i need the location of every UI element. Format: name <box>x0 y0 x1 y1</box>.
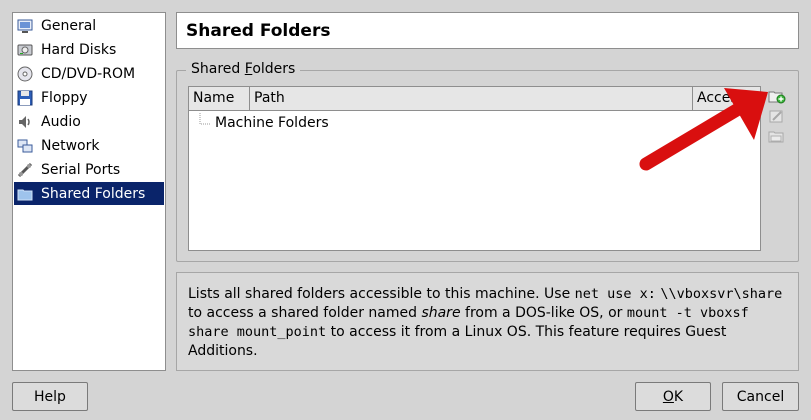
serial-port-icon <box>17 162 33 178</box>
sidebar-item-cd-dvd-rom[interactable]: CD/DVD-ROM <box>14 62 164 85</box>
sidebar-item-label: Serial Ports <box>41 161 121 178</box>
sidebar-item-audio[interactable]: Audio <box>14 110 164 133</box>
desc-code: net use x: <box>574 286 656 302</box>
tree-item-machine-folders[interactable]: Machine Folders <box>195 113 329 133</box>
settings-sidebar: General Hard Disks CD/DVD-ROM Floppy Aud… <box>12 12 166 371</box>
help-button[interactable]: Help <box>12 382 88 411</box>
cd-dvd-icon <box>17 66 33 82</box>
ok-label: K <box>673 388 684 405</box>
desc-emphasis: share <box>421 305 461 321</box>
audio-icon <box>17 114 33 130</box>
sidebar-item-network[interactable]: Network <box>14 134 164 157</box>
sidebar-item-floppy[interactable]: Floppy <box>14 86 164 109</box>
red-arrow-annotation <box>639 88 768 171</box>
group-title-part: Shared <box>191 61 245 77</box>
remove-shared-folder-button[interactable] <box>767 127 787 145</box>
page-title: Shared Folders <box>176 12 799 49</box>
sidebar-item-serial-ports[interactable]: Serial Ports <box>14 158 164 181</box>
edit-shared-folder-icon <box>769 110 783 123</box>
edit-shared-folder-button[interactable] <box>767 107 787 125</box>
ok-button[interactable]: OK <box>635 382 711 411</box>
hard-disk-icon <box>17 42 33 58</box>
desc-code: \\vboxsvr\share <box>660 286 783 302</box>
desc-text: to access a shared folder named <box>188 305 422 321</box>
ok-accelerator: O <box>662 388 674 405</box>
sidebar-item-label: Shared Folders <box>41 185 146 202</box>
monitor-icon <box>17 18 33 34</box>
group-title: Shared Folders <box>186 61 301 78</box>
sidebar-item-label: Hard Disks <box>41 41 117 58</box>
remove-shared-folder-icon <box>768 131 784 143</box>
sidebar-item-shared-folders[interactable]: Shared Folders <box>14 182 164 205</box>
column-header-path[interactable]: Path <box>250 87 693 111</box>
shared-folder-icon <box>17 186 33 202</box>
add-shared-folder-icon <box>768 91 786 104</box>
sidebar-item-label: CD/DVD-ROM <box>41 65 136 82</box>
desc-text: Lists all shared folders accessible to t… <box>188 286 575 302</box>
tree-branch-icon <box>199 113 210 125</box>
sidebar-item-general[interactable]: General <box>14 14 164 37</box>
sidebar-item-label: Network <box>41 137 100 154</box>
desc-text: from a DOS-like OS, or <box>460 305 627 321</box>
network-icon <box>17 138 33 154</box>
add-shared-folder-button[interactable] <box>767 87 787 105</box>
tree-item-label: Machine Folders <box>215 115 329 131</box>
sidebar-item-hard-disks[interactable]: Hard Disks <box>14 38 164 61</box>
sidebar-item-label: General <box>41 17 97 34</box>
description-text: Lists all shared folders accessible to t… <box>176 272 799 371</box>
cancel-button[interactable]: Cancel <box>722 382 799 411</box>
floppy-icon <box>17 90 33 106</box>
column-header-name[interactable]: Name <box>189 87 250 111</box>
sidebar-item-label: Floppy <box>41 89 88 106</box>
group-title-part: olders <box>252 61 296 77</box>
sidebar-item-label: Audio <box>41 113 81 130</box>
